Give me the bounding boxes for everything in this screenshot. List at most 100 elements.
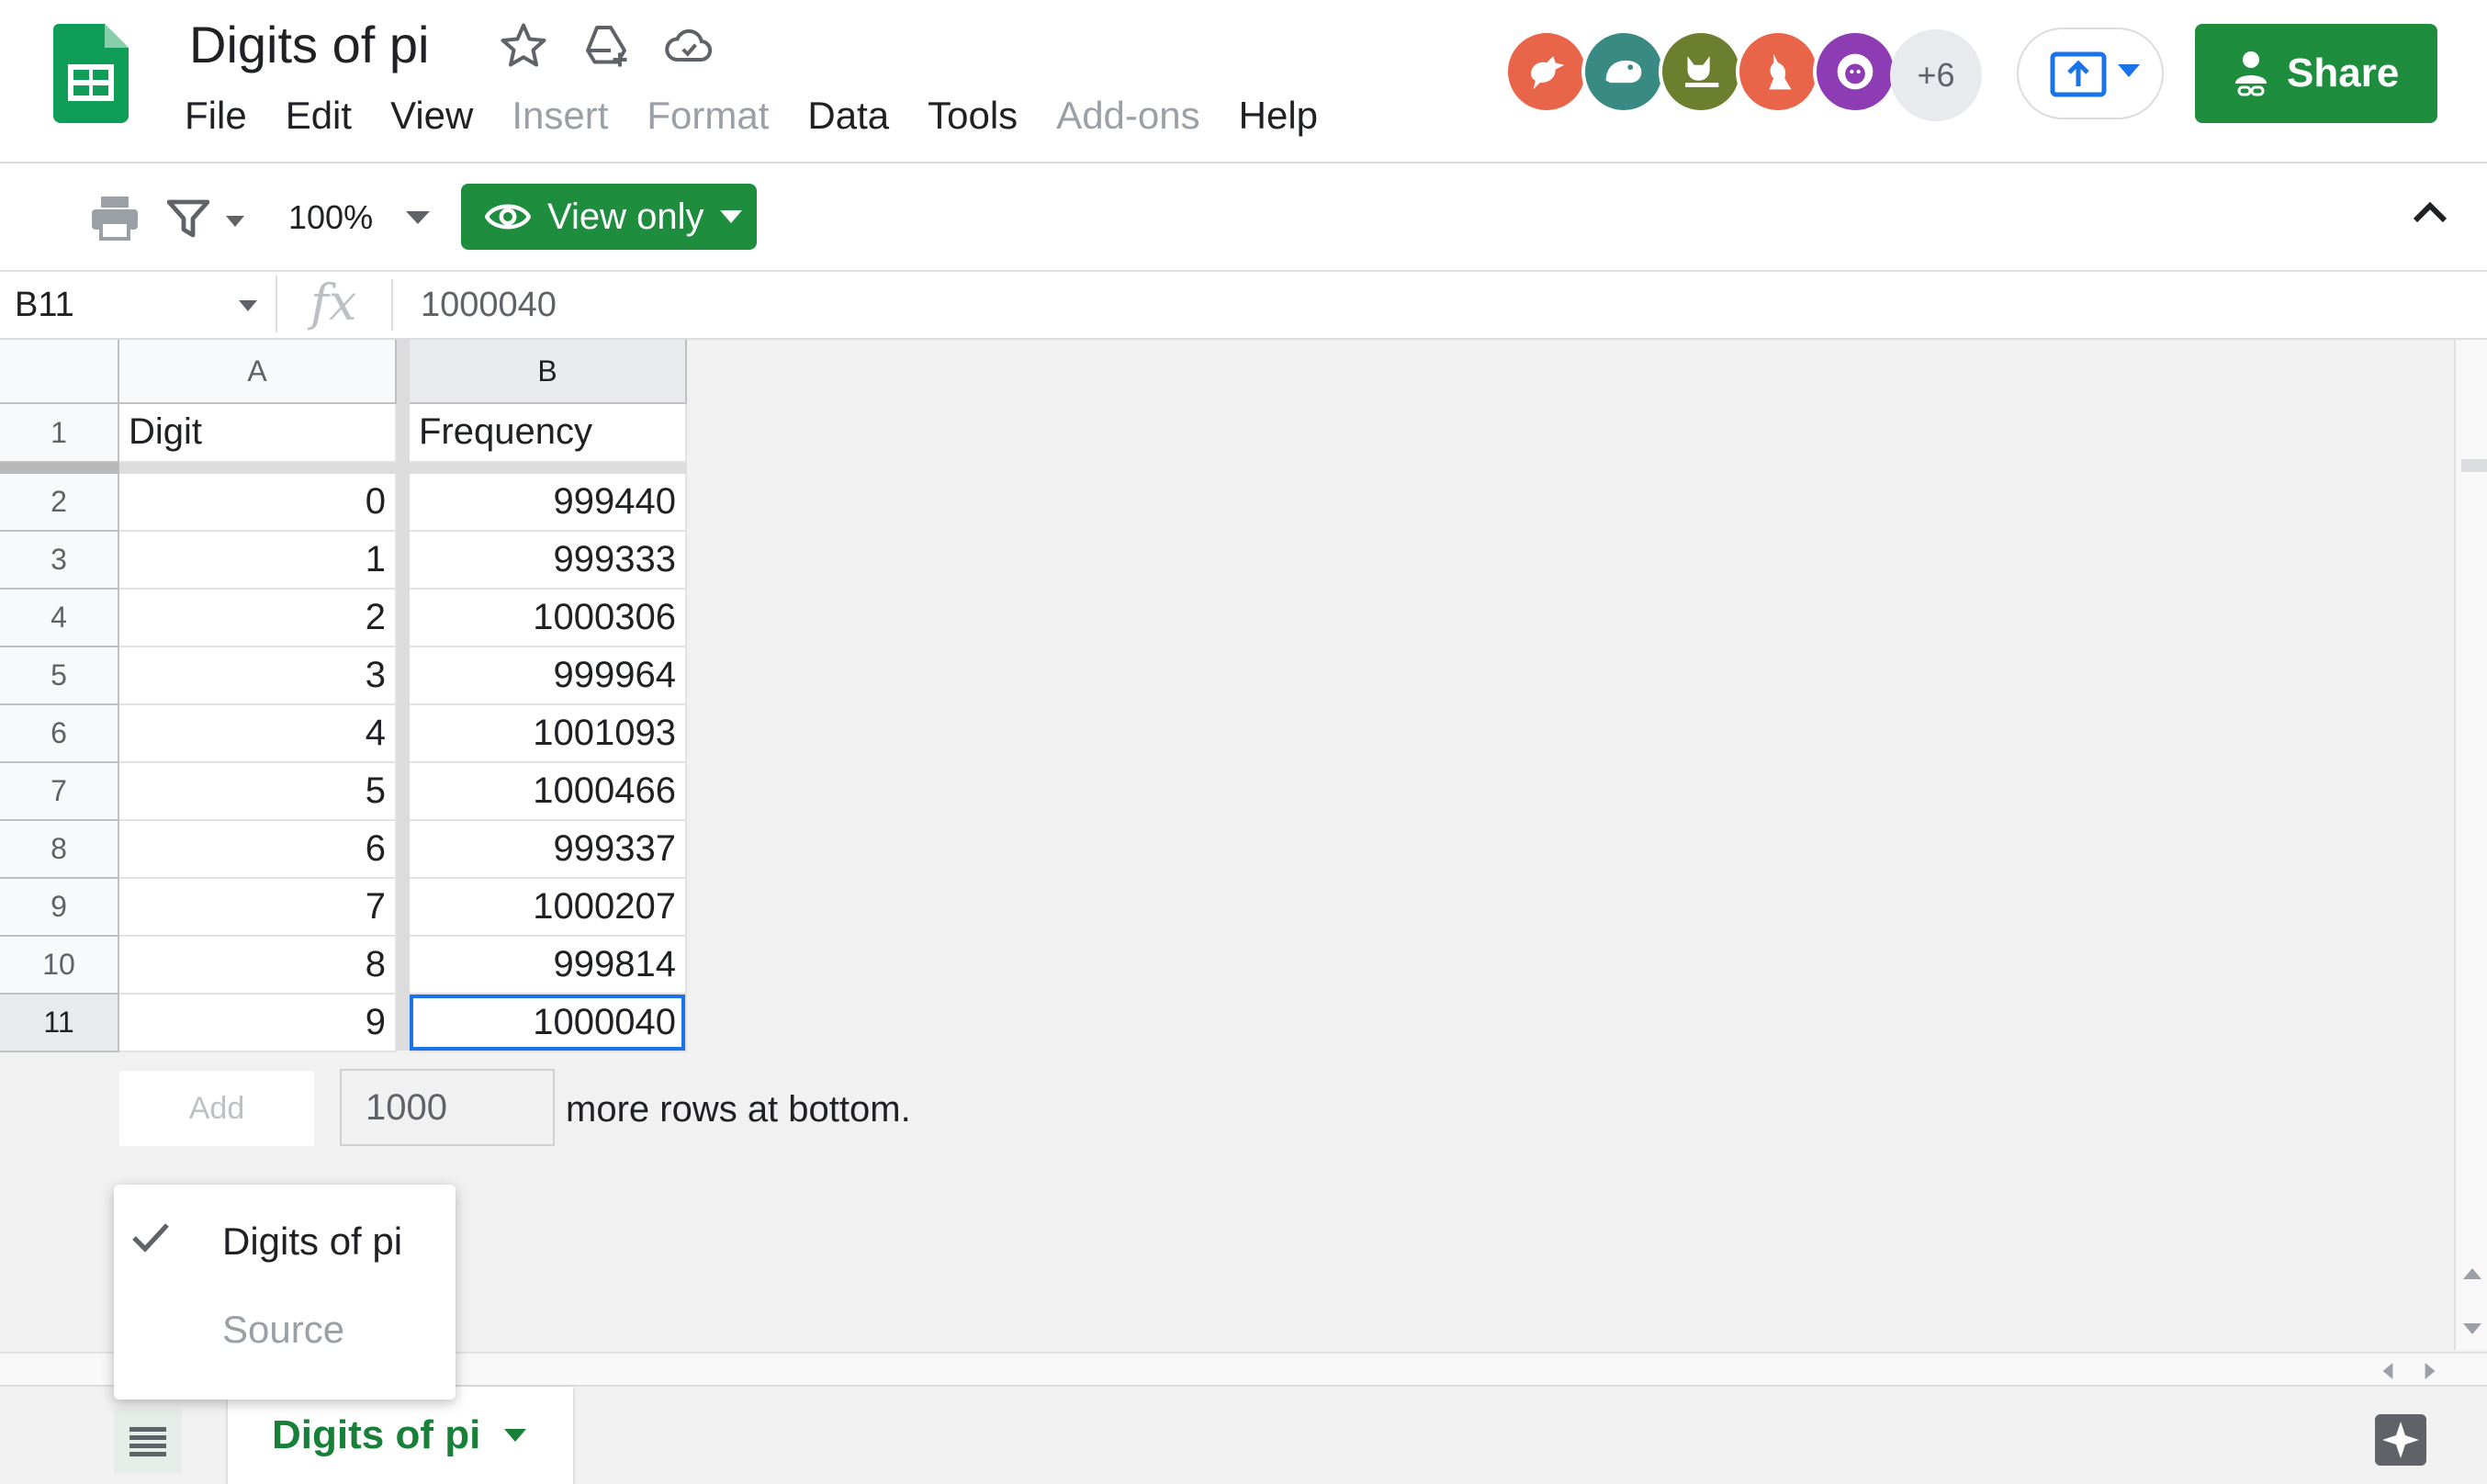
hippo-avatar-icon[interactable]: [1581, 29, 1666, 114]
row-header[interactable]: 9: [0, 879, 119, 937]
kangaroo-avatar-icon[interactable]: [1736, 29, 1820, 114]
cell-b5[interactable]: 999964: [410, 647, 687, 705]
bird-avatar-icon[interactable]: [1504, 29, 1589, 114]
select-all-corner[interactable]: [0, 340, 119, 404]
menu-edit[interactable]: Edit: [266, 88, 371, 143]
column-header-a[interactable]: A: [119, 340, 397, 404]
all-sheets-menu-icon[interactable]: [114, 1409, 182, 1473]
menu-file[interactable]: File: [165, 88, 266, 143]
share-button[interactable]: Share: [2195, 24, 2437, 123]
cell-b11-selected[interactable]: 1000040: [410, 995, 687, 1052]
menu-tools[interactable]: Tools: [908, 88, 1037, 143]
name-box-dropdown-icon[interactable]: [239, 299, 257, 316]
menu-help[interactable]: Help: [1220, 88, 1337, 143]
cell-a9[interactable]: 7: [119, 879, 397, 937]
row-header[interactable]: 4: [0, 590, 119, 647]
filter-icon[interactable]: [166, 198, 210, 243]
sheet-menu-item-source[interactable]: Source: [222, 1308, 344, 1352]
cell-a8[interactable]: 6: [119, 821, 397, 879]
cell-b10[interactable]: 999814: [410, 937, 687, 995]
row-header[interactable]: 8: [0, 821, 119, 879]
view-only-button[interactable]: View only: [461, 184, 757, 250]
present-icon: [2050, 51, 2107, 102]
row-header[interactable]: 1: [0, 404, 119, 463]
cell-b2[interactable]: 999440: [410, 474, 687, 532]
cell-b7[interactable]: 1000466: [410, 763, 687, 821]
menu-data[interactable]: Data: [788, 88, 908, 143]
row-header[interactable]: 10: [0, 937, 119, 995]
fx-icon: fx: [310, 274, 357, 332]
cloud-saved-icon[interactable]: [661, 18, 716, 73]
cell-a11[interactable]: 9: [119, 995, 397, 1052]
fox-avatar-icon[interactable]: [1659, 29, 1743, 114]
present-button[interactable]: [2017, 28, 2164, 119]
cell-a6[interactable]: 4: [119, 705, 397, 763]
menu-add-ons[interactable]: Add-ons: [1037, 88, 1219, 143]
filter-dropdown-icon[interactable]: [226, 215, 244, 231]
name-box[interactable]: B11: [15, 281, 74, 329]
cell-a7[interactable]: 5: [119, 763, 397, 821]
print-icon[interactable]: [90, 195, 140, 245]
cell-a5[interactable]: 3: [119, 647, 397, 705]
sheet-tab-bar: Digits of pi: [0, 1385, 2487, 1484]
move-to-drive-icon[interactable]: [579, 18, 634, 73]
add-rows-button[interactable]: Add: [119, 1071, 314, 1146]
row-header[interactable]: 5: [0, 647, 119, 705]
chevron-down-icon: [720, 210, 743, 223]
row-header[interactable]: 6: [0, 705, 119, 763]
column-header-b[interactable]: B: [410, 340, 687, 404]
zoom-select[interactable]: 100%: [288, 195, 373, 241]
star-icon[interactable]: [496, 18, 551, 73]
row-header[interactable]: 2: [0, 474, 119, 532]
rows-count-input[interactable]: 1000: [340, 1069, 555, 1146]
view-only-label: View only: [547, 196, 704, 237]
vertical-scrollbar[interactable]: [2454, 340, 2487, 1350]
cell-b9[interactable]: 1000207: [410, 879, 687, 937]
scroll-up-arrow-icon[interactable]: [2463, 1267, 2481, 1284]
formula-input[interactable]: 1000040: [421, 281, 557, 329]
menu-format[interactable]: Format: [627, 88, 788, 143]
menu-bar: File Edit View Insert Format Data Tools …: [165, 88, 1337, 143]
formula-divider: [276, 275, 277, 332]
cell-b8[interactable]: 999337: [410, 821, 687, 879]
cell-a2[interactable]: 0: [119, 474, 397, 532]
scroll-down-arrow-icon[interactable]: [2463, 1322, 2481, 1339]
formula-bar: B11 fx 1000040: [0, 272, 2487, 340]
cell-b3[interactable]: 999333: [410, 532, 687, 590]
collapse-chevron-icon[interactable]: [2412, 198, 2448, 229]
cell-a4[interactable]: 2: [119, 590, 397, 647]
frozen-row-handle[interactable]: [0, 463, 119, 474]
add-rows-label: more rows at bottom.: [566, 1089, 911, 1130]
cell-a3[interactable]: 1: [119, 532, 397, 590]
more-collaborators-badge[interactable]: +6: [1890, 29, 1982, 121]
scrollbar-thumb[interactable]: [2461, 459, 2487, 472]
explore-icon[interactable]: [2373, 1412, 2428, 1467]
cell-a10[interactable]: 8: [119, 937, 397, 995]
row-header-selected[interactable]: 11: [0, 995, 119, 1052]
scroll-right-arrow-icon[interactable]: [2425, 1363, 2436, 1384]
sheet-list-menu: Digits of pi Source: [114, 1185, 456, 1400]
frozen-row-divider[interactable]: [119, 463, 687, 474]
cell-b6[interactable]: 1001093: [410, 705, 687, 763]
chevron-down-icon: [2118, 64, 2140, 84]
spreadsheet-grid: A B 1 Digit Frequency 2 0 999440 3 1 999…: [0, 340, 689, 1052]
checkmark-icon: [130, 1221, 171, 1259]
row-header[interactable]: 3: [0, 532, 119, 590]
cell-a1[interactable]: Digit: [119, 404, 397, 463]
row-header[interactable]: 7: [0, 763, 119, 821]
sheet-tab-active[interactable]: Digits of pi: [228, 1387, 573, 1484]
frozen-column-divider[interactable]: [397, 340, 410, 1051]
menu-view[interactable]: View: [371, 88, 492, 143]
sheet-menu-item-digits-of-pi[interactable]: Digits of pi: [222, 1220, 402, 1264]
cell-b4[interactable]: 1000306: [410, 590, 687, 647]
chevron-down-icon[interactable]: [504, 1429, 527, 1442]
lion-avatar-icon[interactable]: [1813, 29, 1897, 114]
cell-b1[interactable]: Frequency: [410, 404, 687, 463]
sheets-logo-icon[interactable]: [53, 24, 129, 123]
zoom-dropdown-icon[interactable]: [406, 211, 430, 229]
document-title[interactable]: Digits of pi: [189, 13, 429, 77]
app-header: Digits of pi File Edit View Insert Forma…: [0, 0, 2487, 163]
share-person-icon: [2232, 49, 2270, 98]
scroll-left-arrow-icon[interactable]: [2382, 1363, 2393, 1384]
menu-insert[interactable]: Insert: [492, 88, 627, 143]
